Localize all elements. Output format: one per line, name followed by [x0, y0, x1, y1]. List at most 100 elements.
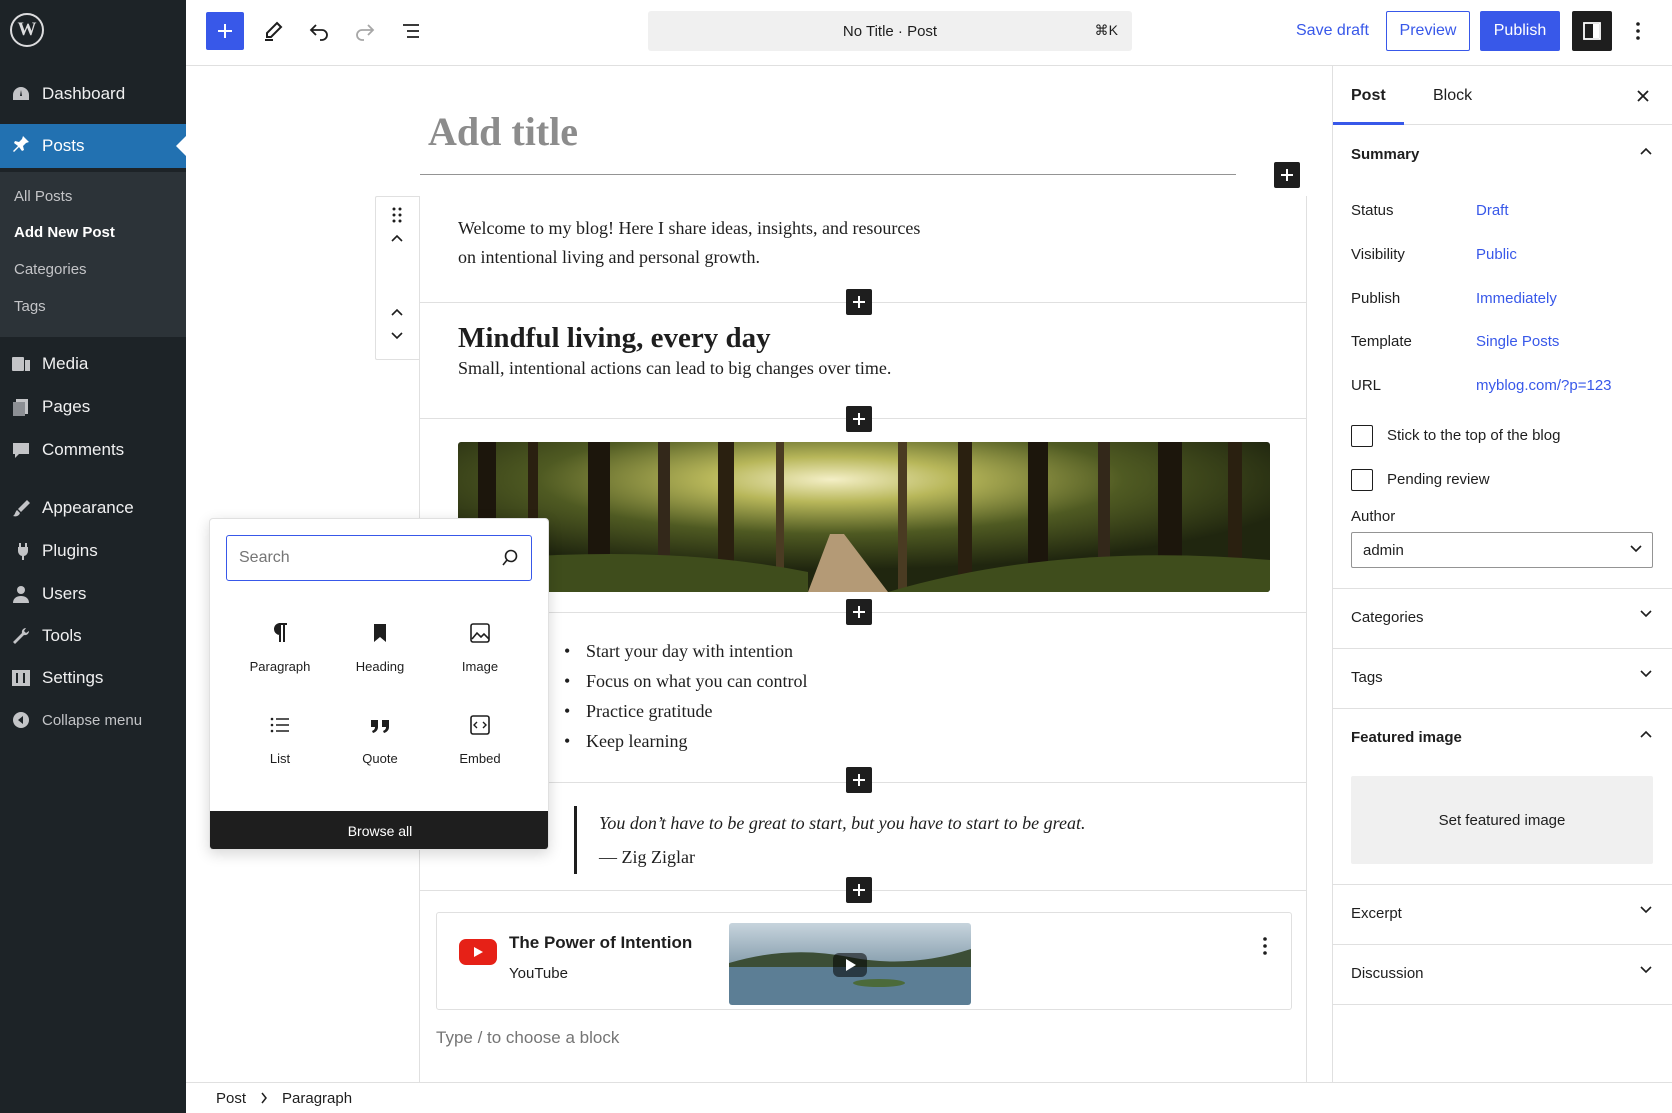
menu-item-tools[interactable]: Tools	[0, 616, 186, 656]
default-block-appender[interactable]: Type / to choose a block	[436, 1028, 619, 1048]
plus-icon	[853, 606, 865, 618]
quote-block[interactable]: You don’t have to be great to start, but…	[574, 806, 1085, 874]
close-settings-button[interactable]	[1631, 84, 1655, 108]
discussion-panel-toggle[interactable]: Discussion	[1333, 945, 1672, 1001]
options-button[interactable]	[1626, 11, 1650, 51]
set-featured-image-button[interactable]: Set featured image	[1351, 776, 1653, 864]
post-title-input[interactable]: Add title	[428, 108, 578, 155]
settings-toggle-button[interactable]	[1572, 11, 1612, 51]
block-inserter-button[interactable]	[846, 289, 872, 315]
sticky-checkbox[interactable]	[1351, 425, 1373, 447]
publish-label: Publish	[1351, 290, 1401, 307]
chevron-up-icon[interactable]	[390, 233, 404, 243]
block-inserter-button[interactable]	[846, 767, 872, 793]
menu-item-posts[interactable]: Posts	[0, 124, 186, 168]
tab-block[interactable]: Block	[1415, 66, 1490, 125]
block-option-list[interactable]: List	[230, 697, 330, 777]
document-title: No Title · Post	[842, 22, 938, 40]
pending-review-checkbox[interactable]	[1351, 469, 1373, 491]
browse-all-button[interactable]: Browse all	[210, 811, 548, 849]
plus-icon	[853, 774, 865, 786]
save-draft-button[interactable]: Save draft	[1288, 11, 1377, 51]
move-up-icon[interactable]	[390, 307, 404, 317]
block-inserter-button[interactable]	[846, 877, 872, 903]
settings-sidebar: Post Block Summary Status Draft Visibili…	[1332, 66, 1672, 1082]
breadcrumb-post[interactable]: Post	[216, 1090, 246, 1107]
undo-button[interactable]	[300, 12, 338, 50]
user-icon	[13, 586, 29, 603]
block-option-label: Quote	[362, 751, 398, 766]
categories-panel-toggle[interactable]: Categories	[1333, 589, 1672, 645]
wrench-icon	[13, 627, 30, 644]
panel-title: Featured image	[1351, 728, 1462, 746]
tab-post[interactable]: Post	[1333, 66, 1404, 125]
youtube-embed-block[interactable]: The Power of Intention YouTube	[436, 912, 1292, 1010]
block-option-heading[interactable]: Heading	[330, 605, 430, 685]
block-inserter-button[interactable]	[846, 406, 872, 432]
template-value[interactable]: Single Posts	[1476, 333, 1559, 350]
block-option-image[interactable]: Image	[430, 605, 530, 685]
intro-paragraph-block[interactable]: Welcome to my blog! Here I share ideas, …	[458, 214, 920, 272]
quote-icon	[371, 720, 389, 733]
document-bar[interactable]: No Title · Post ⌘K	[648, 11, 1132, 51]
menu-item-dashboard[interactable]: Dashboard	[0, 74, 186, 114]
featured-image-panel-toggle[interactable]: Featured image	[1333, 709, 1672, 765]
visibility-value[interactable]: Public	[1476, 246, 1517, 263]
menu-item-plugins[interactable]: Plugins	[0, 531, 186, 571]
publish-value[interactable]: Immediately	[1476, 290, 1557, 307]
admin-sidebar: W Dashboard Posts All Posts Add New Post…	[0, 0, 186, 1113]
title-inserter-button[interactable]	[1274, 162, 1300, 188]
author-select[interactable]: admin	[1351, 532, 1653, 568]
block-option-embed[interactable]: Embed	[430, 697, 530, 777]
submenu-add-new-post[interactable]: Add New Post	[14, 224, 115, 241]
submenu-tags[interactable]: Tags	[14, 298, 46, 315]
list-block[interactable]: Start your day with intention Focus on w…	[564, 636, 808, 756]
menu-item-comments[interactable]: Comments	[0, 430, 186, 470]
forest-image-block[interactable]	[458, 442, 1270, 592]
settings-icon	[12, 670, 30, 686]
collapse-menu-button[interactable]: Collapse menu	[0, 700, 186, 740]
command-shortcut: ⌘K	[1094, 22, 1118, 38]
document-overview-button[interactable]	[392, 12, 430, 50]
preview-button[interactable]: Preview	[1386, 11, 1470, 51]
block-option-paragraph[interactable]: Paragraph	[230, 605, 330, 685]
menu-label: Pages	[42, 397, 91, 416]
menu-item-settings[interactable]: Settings	[0, 658, 186, 698]
plus-icon	[218, 24, 232, 38]
drag-handle-icon[interactable]	[391, 207, 403, 223]
undo-icon	[309, 24, 328, 41]
menu-item-media[interactable]: Media	[0, 344, 186, 384]
url-value[interactable]: myblog.com/?p=123	[1476, 377, 1612, 394]
collapse-icon	[13, 712, 29, 728]
menu-item-pages[interactable]: Pages	[0, 387, 186, 427]
excerpt-panel-toggle[interactable]: Excerpt	[1333, 885, 1672, 941]
panel-title: Excerpt	[1351, 904, 1402, 922]
breadcrumb-paragraph[interactable]: Paragraph	[282, 1090, 352, 1107]
move-down-icon[interactable]	[390, 331, 404, 341]
list-item: Practice gratitude	[564, 696, 807, 726]
menu-item-users[interactable]: Users	[0, 574, 186, 614]
embed-options-button[interactable]	[1255, 931, 1275, 961]
video-thumbnail[interactable]	[729, 923, 971, 1005]
plus-icon	[1281, 169, 1293, 181]
subtext-paragraph-block[interactable]: Small, intentional actions can lead to b…	[458, 354, 891, 383]
tags-panel-toggle[interactable]: Tags	[1333, 649, 1672, 705]
collapse-label: Collapse menu	[42, 711, 143, 729]
menu-item-appearance[interactable]: Appearance	[0, 488, 186, 528]
summary-panel-toggle[interactable]: Summary	[1333, 126, 1672, 182]
tools-button[interactable]	[254, 12, 292, 50]
wordpress-logo-icon[interactable]: W	[10, 13, 44, 47]
block-mover	[375, 196, 419, 360]
publish-button[interactable]: Publish	[1480, 11, 1560, 51]
status-value[interactable]: Draft	[1476, 202, 1509, 219]
heading-block[interactable]: Mindful living, every day	[458, 322, 771, 355]
block-inserter-button[interactable]	[846, 599, 872, 625]
submenu-categories[interactable]: Categories	[14, 261, 87, 278]
embed-title[interactable]: The Power of Intention	[509, 933, 692, 953]
comments-icon	[13, 443, 29, 458]
submenu-all-posts[interactable]: All Posts	[14, 188, 72, 205]
block-option-quote[interactable]: Quote	[330, 697, 430, 777]
inserter-search-input[interactable]	[239, 544, 489, 572]
block-inserter-toggle[interactable]	[206, 12, 244, 50]
redo-button[interactable]	[346, 12, 384, 50]
